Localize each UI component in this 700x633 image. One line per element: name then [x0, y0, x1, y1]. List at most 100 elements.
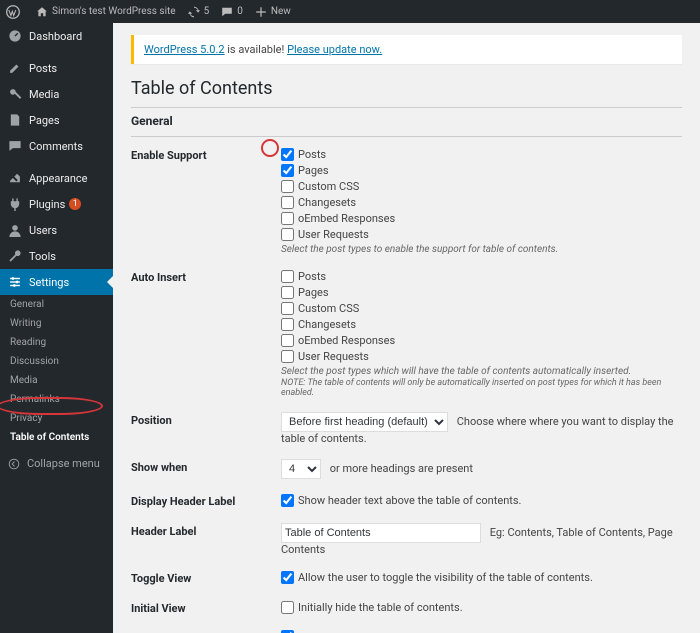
admin-bar: Simon's test WordPress site 5 0 New — [0, 0, 700, 23]
sidebar-item-appearance[interactable]: Appearance — [0, 165, 113, 191]
auto-insert-checkbox-oembed[interactable] — [281, 334, 294, 347]
sidebar-item-label: Appearance — [29, 172, 88, 185]
label-enable-support: Enable Support — [131, 147, 281, 162]
row-auto-insert: Auto Insert Posts Pages Custom CSS Chang… — [131, 269, 682, 398]
site-name-link[interactable]: Simon's test WordPress site — [30, 0, 182, 23]
comments-link[interactable]: 0 — [215, 0, 249, 23]
updates-count: 5 — [204, 6, 210, 17]
sidebar-item-comments[interactable]: Comments — [0, 133, 113, 159]
auto-insert-option[interactable]: Changesets — [281, 317, 682, 332]
row-initial-view: Initial View Initially hide the table of… — [131, 600, 682, 616]
header-label-input[interactable] — [281, 523, 481, 543]
notice-version-link[interactable]: WordPress 5.0.2 — [144, 43, 225, 56]
content-area: WordPress 5.0.2 is available! Please upd… — [113, 23, 700, 633]
settings-sub-general[interactable]: General — [0, 295, 113, 314]
show-when-select[interactable]: 4 — [281, 459, 321, 479]
updates-link[interactable]: 5 — [182, 0, 216, 23]
sidebar-item-label: Dashboard — [29, 30, 82, 43]
auto-insert-checkbox-user-requests[interactable] — [281, 350, 294, 363]
sidebar-item-users[interactable]: Users — [0, 217, 113, 243]
settings-sub-media[interactable]: Media — [0, 371, 113, 390]
sidebar-item-pages[interactable]: Pages — [0, 107, 113, 133]
label-toggle-view: Toggle View — [131, 570, 281, 585]
enable-support-option[interactable]: Custom CSS — [281, 179, 682, 194]
toggle-view-option[interactable]: Allow the user to toggle the visibility … — [281, 570, 682, 585]
sidebar-item-label: Comments — [29, 140, 83, 153]
enable-support-checkbox-pages[interactable] — [281, 164, 294, 177]
auto-insert-option[interactable]: oEmbed Responses — [281, 333, 682, 348]
plugins-badge: 1 — [69, 198, 81, 210]
section-divider — [131, 136, 682, 137]
sidebar-item-dashboard[interactable]: Dashboard — [0, 23, 113, 49]
auto-insert-option[interactable]: Custom CSS — [281, 301, 682, 316]
display-header-label-checkbox[interactable] — [281, 494, 294, 507]
enable-support-checkbox-user-requests[interactable] — [281, 228, 294, 241]
enable-support-checkbox-custom-css[interactable] — [281, 180, 294, 193]
row-header-label: Header Label Eg: Contents, Table of Cont… — [131, 523, 682, 556]
settings-sub-discussion[interactable]: Discussion — [0, 352, 113, 371]
enable-support-option[interactable]: oEmbed Responses — [281, 211, 682, 226]
enable-support-checkbox-changesets[interactable] — [281, 196, 294, 209]
auto-insert-checkbox-custom-css[interactable] — [281, 302, 294, 315]
auto-insert-checkbox-pages[interactable] — [281, 286, 294, 299]
toggle-view-checkbox[interactable] — [281, 571, 294, 584]
auto-insert-option[interactable]: Pages — [281, 285, 682, 300]
sidebar-item-label: Media — [29, 88, 59, 101]
label-display-header-label: Display Header Label — [131, 493, 281, 508]
initial-view-checkbox[interactable] — [281, 601, 294, 614]
new-label: New — [271, 6, 291, 17]
row-toggle-view: Toggle View Allow the user to toggle the… — [131, 570, 682, 586]
section-general-heading: General — [131, 114, 682, 128]
enable-support-option[interactable]: Pages — [281, 163, 682, 178]
sidebar-item-label: Tools — [29, 250, 56, 263]
sidebar-item-posts[interactable]: Posts — [0, 55, 113, 81]
notice-text: is available! — [225, 43, 288, 56]
sidebar-item-label: Users — [29, 224, 57, 237]
position-select[interactable]: Before first heading (default) — [281, 412, 448, 432]
row-enable-support: Enable Support Posts Pages Custom CSS Ch… — [131, 147, 682, 255]
enable-support-desc: Select the post types to enable the supp… — [281, 244, 682, 255]
show-when-desc: or more headings are present — [330, 462, 473, 475]
sidebar-item-media[interactable]: Media — [0, 81, 113, 107]
notice-update-link[interactable]: Please update now. — [287, 43, 382, 56]
auto-insert-note: NOTE: The table of contents will only be… — [281, 378, 682, 398]
sidebar-item-label: Pages — [29, 114, 60, 127]
enable-support-option[interactable]: User Requests — [281, 227, 682, 242]
settings-sub-reading[interactable]: Reading — [0, 333, 113, 352]
settings-sub-privacy[interactable]: Privacy — [0, 409, 113, 428]
sidebar-item-plugins[interactable]: Plugins 1 — [0, 191, 113, 217]
enable-support-checkbox-posts[interactable] — [281, 148, 294, 161]
sidebar-item-tools[interactable]: Tools — [0, 243, 113, 269]
display-header-label-option[interactable]: Show header text above the table of cont… — [281, 493, 682, 508]
label-auto-insert: Auto Insert — [131, 269, 281, 284]
site-name-text: Simon's test WordPress site — [52, 6, 176, 17]
sidebar-item-settings[interactable]: Settings — [0, 269, 113, 295]
row-position: Position Before first heading (default) … — [131, 412, 682, 445]
wp-logo[interactable] — [0, 0, 30, 23]
auto-insert-option[interactable]: User Requests — [281, 349, 682, 364]
label-header-label: Header Label — [131, 523, 281, 538]
new-link[interactable]: New — [249, 0, 297, 23]
auto-insert-option[interactable]: Posts — [281, 269, 682, 284]
settings-sub-permalinks[interactable]: Permalinks — [0, 390, 113, 409]
label-initial-view: Initial View — [131, 600, 281, 615]
auto-insert-checkbox-changesets[interactable] — [281, 318, 294, 331]
sidebar-item-label: Plugins — [29, 198, 65, 211]
enable-support-option[interactable]: Changesets — [281, 195, 682, 210]
row-display-header-label: Display Header Label Show header text ab… — [131, 493, 682, 509]
update-notice: WordPress 5.0.2 is available! Please upd… — [131, 35, 682, 64]
settings-sub-writing[interactable]: Writing — [0, 314, 113, 333]
collapse-menu[interactable]: Collapse menu — [0, 451, 113, 476]
initial-view-option[interactable]: Initially hide the table of contents. — [281, 600, 682, 615]
sidebar-item-label: Settings — [29, 276, 69, 289]
label-show-when: Show when — [131, 459, 281, 474]
page-title: Table of Contents — [131, 78, 682, 99]
sidebar-item-label: Posts — [29, 62, 57, 75]
enable-support-option[interactable]: Posts — [281, 147, 682, 162]
enable-support-checkbox-oembed[interactable] — [281, 212, 294, 225]
label-position: Position — [131, 412, 281, 427]
settings-sub-table-of-contents[interactable]: Table of Contents — [0, 428, 113, 447]
comments-count: 0 — [237, 6, 243, 17]
collapse-label: Collapse menu — [27, 457, 100, 470]
auto-insert-checkbox-posts[interactable] — [281, 270, 294, 283]
